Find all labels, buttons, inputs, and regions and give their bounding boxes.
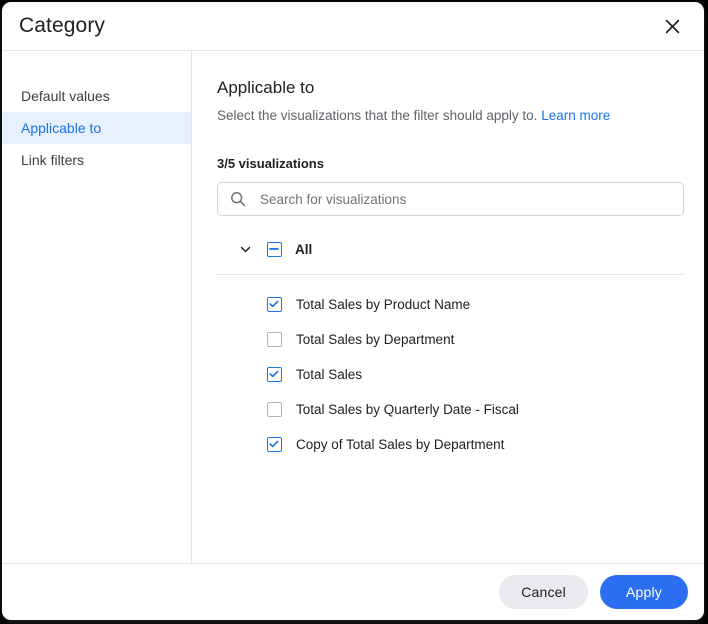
list-item-label: Total Sales by Quarterly Date - Fiscal bbox=[296, 402, 519, 417]
list-item-label: Total Sales by Product Name bbox=[296, 297, 470, 312]
section-title: Applicable to bbox=[217, 78, 684, 98]
visualization-count: 3/5 visualizations bbox=[217, 156, 684, 171]
sidebar-item-default-values[interactable]: Default values bbox=[2, 80, 191, 112]
list-item[interactable]: Copy of Total Sales by Department bbox=[217, 427, 684, 462]
dialog-body: Default values Applicable to Link filter… bbox=[2, 51, 704, 563]
sidebar-item-label: Link filters bbox=[21, 152, 84, 168]
list-item-label: Total Sales bbox=[296, 367, 362, 382]
tree-row-all[interactable]: All bbox=[217, 238, 684, 260]
page-title: Category bbox=[19, 14, 105, 38]
sidebar-item-link-filters[interactable]: Link filters bbox=[2, 144, 191, 176]
close-icon bbox=[665, 19, 680, 34]
content-panel: Applicable to Select the visualizations … bbox=[192, 51, 704, 563]
list-item[interactable]: Total Sales by Quarterly Date - Fiscal bbox=[217, 392, 684, 427]
checkbox-copy-of-total-sales-by-department[interactable] bbox=[267, 437, 282, 452]
sidebar-item-label: Default values bbox=[21, 88, 110, 104]
search-icon bbox=[230, 191, 246, 207]
list-item[interactable]: Total Sales by Product Name bbox=[217, 287, 684, 322]
section-description: Select the visualizations that the filte… bbox=[217, 107, 684, 125]
cancel-button[interactable]: Cancel bbox=[499, 575, 588, 609]
category-dialog: Category Default values Applicable to Li… bbox=[2, 2, 704, 620]
search-input[interactable] bbox=[258, 191, 671, 208]
checkbox-total-sales-by-quarterly-date-fiscal[interactable] bbox=[267, 402, 282, 417]
list-item[interactable]: Total Sales by Department bbox=[217, 322, 684, 357]
learn-more-link[interactable]: Learn more bbox=[541, 108, 610, 123]
section-description-text: Select the visualizations that the filte… bbox=[217, 108, 537, 123]
apply-button[interactable]: Apply bbox=[600, 575, 688, 609]
search-box[interactable] bbox=[217, 182, 684, 216]
checkbox-total-sales[interactable] bbox=[267, 367, 282, 382]
chevron-down-icon[interactable] bbox=[237, 241, 253, 257]
sidebar: Default values Applicable to Link filter… bbox=[2, 51, 192, 563]
close-button[interactable] bbox=[658, 12, 686, 40]
sidebar-item-label: Applicable to bbox=[21, 120, 101, 136]
dialog-header: Category bbox=[2, 2, 704, 51]
list-item-label: Total Sales by Department bbox=[296, 332, 454, 347]
sidebar-item-applicable-to[interactable]: Applicable to bbox=[2, 112, 191, 144]
dialog-footer: Cancel Apply bbox=[2, 563, 704, 620]
checkbox-all[interactable] bbox=[267, 242, 282, 257]
visualization-tree: All Total Sales by Product Name bbox=[217, 238, 684, 462]
visualization-list: Total Sales by Product Name Total Sales … bbox=[217, 275, 684, 462]
checkbox-total-sales-by-department[interactable] bbox=[267, 332, 282, 347]
list-item-label: Copy of Total Sales by Department bbox=[296, 437, 504, 452]
tree-all-label: All bbox=[295, 242, 312, 257]
checkbox-total-sales-by-product-name[interactable] bbox=[267, 297, 282, 312]
list-item[interactable]: Total Sales bbox=[217, 357, 684, 392]
